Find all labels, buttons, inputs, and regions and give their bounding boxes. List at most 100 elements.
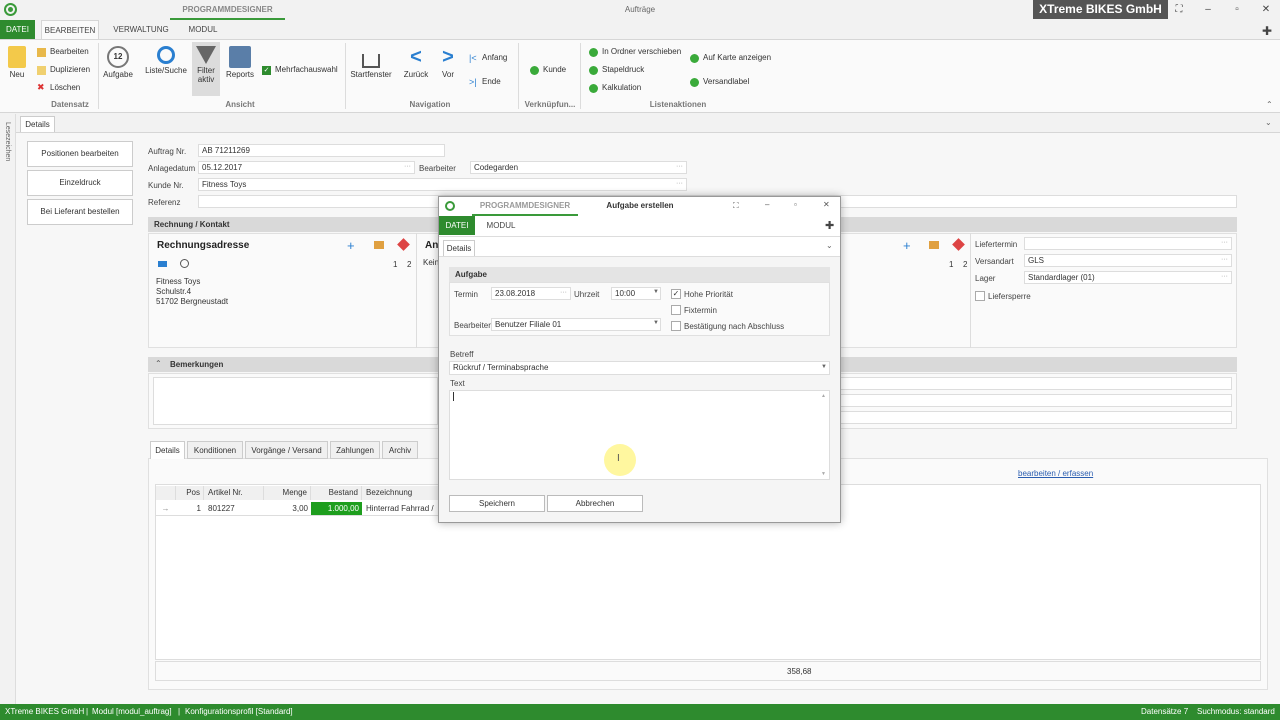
- anlagedatum-field[interactable]: 05.12.2017: [198, 161, 415, 174]
- kalkulation-button[interactable]: Kalkulation: [589, 81, 641, 95]
- tab-details[interactable]: Details: [150, 441, 185, 459]
- bei-lieferant-bestellen-button[interactable]: Bei Lieferant bestellen: [27, 199, 133, 225]
- tab-archiv[interactable]: Archiv: [382, 441, 418, 459]
- auf-karte-anzeigen-button[interactable]: Auf Karte anzeigen: [690, 51, 771, 65]
- anfang-button[interactable]: |< Anfang: [469, 51, 507, 65]
- bearbeiten-button[interactable]: Bearbeiten: [37, 45, 89, 59]
- tab-verwaltung[interactable]: VERWALTUNG: [107, 20, 175, 40]
- add-icon[interactable]: +: [903, 238, 911, 253]
- liste-suche-button[interactable]: Liste/Suche: [143, 46, 189, 75]
- einzeldruck-button[interactable]: Einzeldruck: [27, 170, 133, 196]
- text-area[interactable]: [449, 390, 830, 480]
- vor-button[interactable]: > Vor: [437, 46, 459, 79]
- folder-icon[interactable]: [929, 241, 939, 249]
- betreff-field[interactable]: Rückruf / Terminabsprache: [449, 361, 830, 375]
- mehrfachauswahl-checkbox[interactable]: ✓ Mehrfachauswahl: [262, 63, 338, 77]
- bemerkung-field[interactable]: [153, 377, 438, 425]
- table-header-menge[interactable]: Menge: [264, 486, 311, 500]
- duplizieren-button[interactable]: Duplizieren: [37, 63, 90, 77]
- dialog-maximize-button[interactable]: ▫: [794, 200, 797, 209]
- dialog-minimize-button[interactable]: –: [765, 200, 769, 209]
- programmdesigner-tab[interactable]: PROGRAMMDESIGNER: [170, 0, 285, 20]
- maximize-button[interactable]: ▫: [1222, 0, 1252, 20]
- startfenster-button[interactable]: Startfenster: [350, 46, 392, 79]
- bemerkung-line-2[interactable]: [840, 394, 1232, 407]
- speichern-button[interactable]: Speichern: [449, 495, 545, 512]
- table-header-bezeichnung[interactable]: Bezeichnung: [362, 486, 440, 500]
- dialog-programmdesigner-tab[interactable]: PROGRAMMDESIGNER: [472, 196, 578, 216]
- details-tab[interactable]: Details: [20, 116, 55, 132]
- lager-field[interactable]: Standardlager (01): [1024, 271, 1232, 284]
- page-1[interactable]: 1: [949, 260, 953, 269]
- neu-button[interactable]: Neu: [4, 46, 30, 79]
- versandlabel-button[interactable]: Versandlabel: [690, 75, 749, 89]
- liefersperre-checkbox[interactable]: [975, 291, 985, 301]
- pin-icon[interactable]: ✚: [1262, 24, 1272, 38]
- scroll-up-icon[interactable]: ▲: [821, 393, 826, 399]
- lesezeichen-tab[interactable]: Lesezeichen: [4, 122, 11, 161]
- cell-bezeichnung[interactable]: Hinterrad Fahrrad /: [362, 502, 440, 515]
- cell-artikel[interactable]: 801227: [204, 502, 264, 515]
- filter-aktiv-button[interactable]: Filter aktiv: [192, 42, 220, 96]
- cell-pos[interactable]: 1: [176, 502, 204, 515]
- tab-bearbeiten[interactable]: BEARBEITEN: [41, 20, 99, 40]
- cell-menge[interactable]: 3,00: [264, 502, 311, 515]
- collapse-ribbon-icon[interactable]: ⌃: [1266, 100, 1273, 109]
- bearbeiter-dropdown-icon[interactable]: ▼: [653, 320, 659, 326]
- uhrzeit-dropdown-icon[interactable]: ▼: [653, 289, 659, 295]
- loeschen-button[interactable]: ✖ Löschen: [37, 81, 80, 95]
- ende-button[interactable]: >| Ende: [469, 75, 501, 89]
- stapeldruck-button[interactable]: Stapeldruck: [589, 63, 644, 77]
- minimize-button[interactable]: –: [1193, 0, 1223, 20]
- dialog-pin-icon[interactable]: ✚: [825, 219, 834, 232]
- bemerkung-line-1[interactable]: [840, 377, 1232, 390]
- page-2[interactable]: 2: [963, 260, 967, 269]
- table-header-bestand[interactable]: Bestand: [311, 486, 362, 500]
- location-icon[interactable]: [180, 259, 189, 268]
- zurueck-button[interactable]: < Zurück: [402, 46, 430, 79]
- tab-modul[interactable]: MODUL: [181, 20, 225, 40]
- reports-button[interactable]: Reports: [224, 46, 256, 79]
- betreff-dropdown-icon[interactable]: ▼: [821, 364, 827, 370]
- bestaetigung-checkbox[interactable]: [671, 321, 681, 331]
- table-header-pos[interactable]: Pos: [176, 486, 204, 500]
- dialog-close-button[interactable]: ✕: [823, 200, 830, 209]
- close-button[interactable]: ✕: [1251, 0, 1280, 20]
- dialog-tab-modul[interactable]: MODUL: [480, 216, 522, 235]
- fullscreen-icon[interactable]: ⛶: [1164, 0, 1194, 20]
- collapse-icon[interactable]: ⌃: [155, 359, 162, 368]
- dialog-tab-datei[interactable]: DATEI: [439, 216, 475, 235]
- versandart-field[interactable]: GLS: [1024, 254, 1232, 267]
- scroll-down-icon[interactable]: ▼: [821, 471, 826, 477]
- dialog-chevron-icon[interactable]: ⌄: [826, 241, 833, 250]
- folder-icon[interactable]: [374, 241, 384, 249]
- cell-bestand[interactable]: 1.000,00: [311, 502, 362, 515]
- hohe-prioritaet-checkbox[interactable]: ✓: [671, 289, 681, 299]
- tab-vorgaenge-versand[interactable]: Vorgänge / Versand: [245, 441, 328, 459]
- kunde-button[interactable]: Kunde: [530, 63, 566, 77]
- in-ordner-verschieben-button[interactable]: In Ordner verschieben: [589, 45, 681, 59]
- mail-icon[interactable]: [158, 261, 167, 267]
- page-2[interactable]: 2: [407, 260, 411, 269]
- positionen-bearbeiten-button[interactable]: Positionen bearbeiten: [27, 141, 133, 167]
- tab-datei[interactable]: DATEI: [0, 20, 35, 40]
- add-icon[interactable]: +: [347, 238, 355, 253]
- kunde-nr-field[interactable]: Fitness Toys: [198, 178, 687, 191]
- termin-field[interactable]: 23.08.2018: [491, 287, 571, 300]
- tab-zahlungen[interactable]: Zahlungen: [330, 441, 380, 459]
- page-1[interactable]: 1: [393, 260, 397, 269]
- bemerkung-line-3[interactable]: [840, 411, 1232, 424]
- liefertermin-field[interactable]: [1024, 237, 1232, 250]
- dialog-fullscreen-icon[interactable]: ⛶: [733, 201, 739, 211]
- aufgabe-button[interactable]: 12 Aufgabe: [101, 46, 135, 79]
- chevron-down-icon[interactable]: ⌄: [1265, 118, 1272, 127]
- dialog-bearbeiter-field[interactable]: Benutzer Filiale 01: [491, 318, 661, 331]
- table-header-artikel[interactable]: Artikel Nr.: [204, 486, 264, 500]
- tab-konditionen[interactable]: Konditionen: [187, 441, 243, 459]
- auftrag-nr-field[interactable]: AB 71211269: [198, 144, 445, 157]
- fixtermin-checkbox[interactable]: [671, 305, 681, 315]
- abbrechen-button[interactable]: Abbrechen: [547, 495, 643, 512]
- bearbeiten-erfassen-link[interactable]: bearbeiten / erfassen: [1018, 469, 1093, 478]
- dialog-details-tab[interactable]: Details: [443, 240, 475, 256]
- bearbeiter-field[interactable]: Codegarden: [470, 161, 687, 174]
